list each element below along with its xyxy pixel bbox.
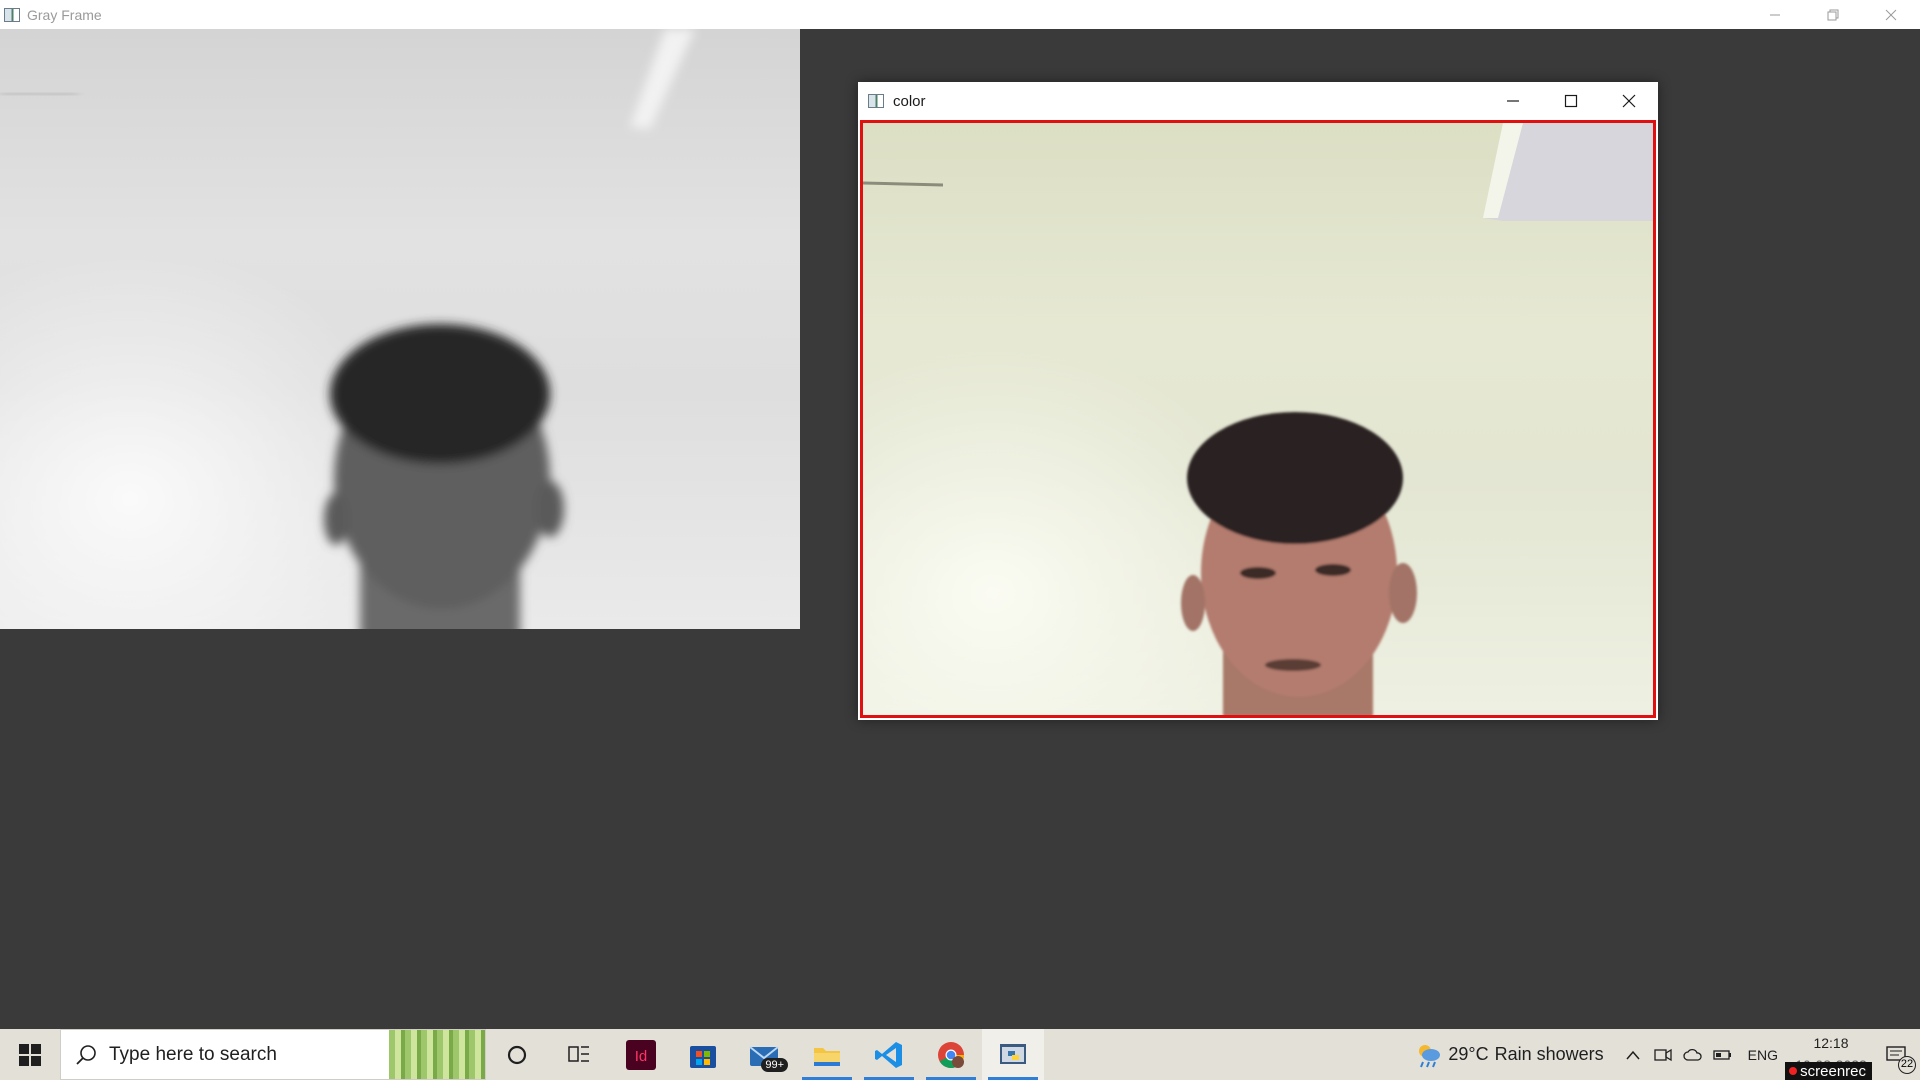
screenrec-watermark: screenrec	[1785, 1062, 1872, 1080]
color-frame-image	[863, 123, 1653, 715]
cloud-icon	[1683, 1048, 1702, 1061]
close-icon	[1622, 94, 1636, 108]
close-icon	[1885, 9, 1897, 20]
gray-frame-app-icon	[4, 7, 20, 22]
color-window-titlebar[interactable]: color	[858, 82, 1658, 120]
action-center-button[interactable]: 22	[1874, 1029, 1920, 1080]
search-highlight-image	[389, 1030, 485, 1079]
task-view-button[interactable]	[548, 1029, 610, 1080]
gray-webcam-frame	[0, 29, 800, 629]
input-language[interactable]: ENG	[1748, 1047, 1778, 1063]
chevron-up-icon	[1626, 1050, 1640, 1059]
meet-now-button[interactable]	[1648, 1029, 1678, 1080]
windows-logo-icon	[19, 1043, 41, 1066]
color-close-button[interactable]	[1600, 82, 1658, 120]
search-placeholder: Type here to search	[109, 1043, 277, 1065]
camera-icon	[1654, 1048, 1672, 1061]
color-maximize-button[interactable]	[1542, 82, 1600, 120]
microsoft-store-icon	[690, 1045, 716, 1068]
record-dot-icon	[1789, 1067, 1798, 1075]
color-window-title: color	[893, 92, 926, 110]
clock-time: 12:18	[1813, 1035, 1849, 1051]
chrome-icon	[938, 1041, 965, 1068]
gray-frame-close-button[interactable]	[1862, 0, 1920, 29]
color-window-controls	[1484, 82, 1658, 120]
notification-count-badge: 22	[1898, 1056, 1916, 1074]
screenrec-label: screenrec	[1800, 1062, 1866, 1080]
task-view-icon	[568, 1045, 589, 1062]
weather-widget[interactable]: 29°C Rain showers	[1414, 1042, 1604, 1068]
battery-button[interactable]	[1708, 1029, 1738, 1080]
file-explorer-taskbar-button[interactable]	[796, 1029, 858, 1080]
start-button[interactable]	[0, 1029, 60, 1080]
mail-unread-badge: 99+	[761, 1058, 788, 1072]
weather-condition: Rain showers	[1494, 1044, 1604, 1064]
weather-temperature: 29°C	[1448, 1044, 1489, 1064]
vscode-taskbar-button[interactable]	[858, 1029, 920, 1080]
gray-frame-image	[0, 29, 695, 629]
cortana-button[interactable]	[486, 1029, 548, 1080]
gray-frame-title: Gray Frame	[27, 6, 102, 23]
file-explorer-icon	[814, 1047, 840, 1066]
gray-frame-titlebar[interactable]: Gray Frame	[0, 0, 1920, 29]
mail-taskbar-button[interactable]: 99+	[734, 1029, 796, 1080]
show-hidden-icons-button[interactable]	[1618, 1029, 1648, 1080]
color-window-app-icon	[868, 94, 884, 108]
gray-frame-minimize-button[interactable]	[1746, 0, 1804, 29]
color-minimize-button[interactable]	[1484, 82, 1542, 120]
chrome-taskbar-button[interactable]	[920, 1029, 982, 1080]
python-taskbar-button[interactable]	[982, 1029, 1044, 1080]
vscode-icon	[875, 1041, 902, 1068]
gray-frame-window-controls	[1746, 0, 1920, 29]
onedrive-button[interactable]	[1678, 1029, 1708, 1080]
indesign-taskbar-button[interactable]: Id	[610, 1029, 672, 1080]
minimize-icon	[1507, 100, 1519, 102]
weather-rain-icon	[1419, 1044, 1441, 1067]
svg-text:Id: Id	[635, 1048, 648, 1065]
cortana-icon	[507, 1045, 527, 1064]
taskbar-search-box[interactable]: Type here to search	[60, 1029, 486, 1080]
search-icon	[75, 1044, 97, 1066]
color-webcam-frame	[860, 120, 1656, 718]
indesign-icon: Id	[626, 1039, 656, 1070]
battery-icon	[1713, 1049, 1731, 1060]
python-icon	[1000, 1043, 1026, 1064]
microsoft-store-button[interactable]	[672, 1029, 734, 1080]
color-window[interactable]: color	[858, 82, 1658, 720]
gray-frame-restore-button[interactable]	[1804, 0, 1862, 29]
restore-icon	[1827, 9, 1839, 20]
maximize-icon	[1564, 94, 1578, 108]
taskbar: Type here to search Id 99+ 29°C Rain sho…	[0, 1029, 1920, 1080]
minimize-icon	[1770, 14, 1780, 15]
